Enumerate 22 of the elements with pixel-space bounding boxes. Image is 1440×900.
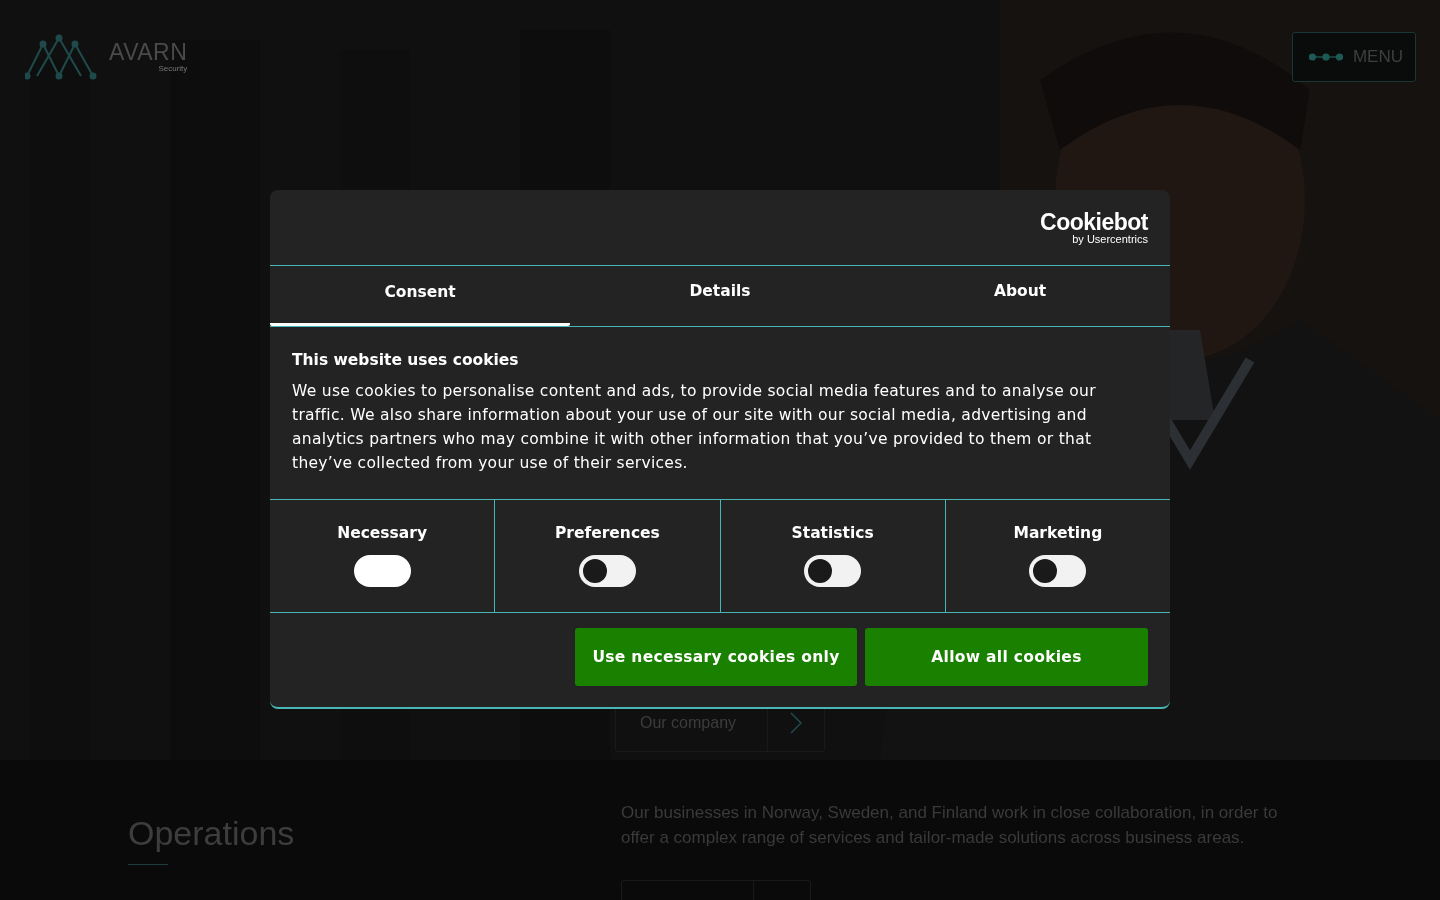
logo-tagline: Security xyxy=(158,64,188,74)
mountain-logo-icon xyxy=(25,34,97,80)
toggle-switch[interactable] xyxy=(1029,555,1087,587)
brand-logo: Cookiebot xyxy=(1040,210,1148,233)
dialog-tab[interactable]: About xyxy=(870,266,1170,326)
toggle-switch[interactable] xyxy=(353,555,411,587)
dialog-text: We use cookies to personalise content and ads, to provide social media features and to analyse our traffic. We also share information about your use of our site with our social media, advertising and analytics partners who may combine it with other information that you’ve provided to them or that they’ve collected from your use of their services. xyxy=(292,381,1097,474)
category-label: Statistics xyxy=(791,524,874,542)
toggle-switch[interactable] xyxy=(804,555,862,587)
chevron-right-icon xyxy=(790,712,802,734)
consent-button[interactable]: Use necessary cookies only xyxy=(575,628,857,686)
toggle-switch[interactable] xyxy=(578,555,636,587)
dialog-heading: This website uses cookies xyxy=(292,351,520,369)
brand-byline: by Usercentrics xyxy=(1072,232,1148,245)
category-label: Preferences xyxy=(554,524,660,542)
category-label: Marketing xyxy=(1013,524,1103,542)
dialog-tab[interactable]: Consent xyxy=(270,266,570,326)
menu-icon xyxy=(1309,52,1343,62)
dialog-tab[interactable]: Details xyxy=(570,266,870,326)
logo-wordmark: AVARN xyxy=(109,40,188,64)
category-label: Necessary xyxy=(337,524,428,542)
consent-button[interactable]: Allow all cookies xyxy=(865,628,1148,686)
